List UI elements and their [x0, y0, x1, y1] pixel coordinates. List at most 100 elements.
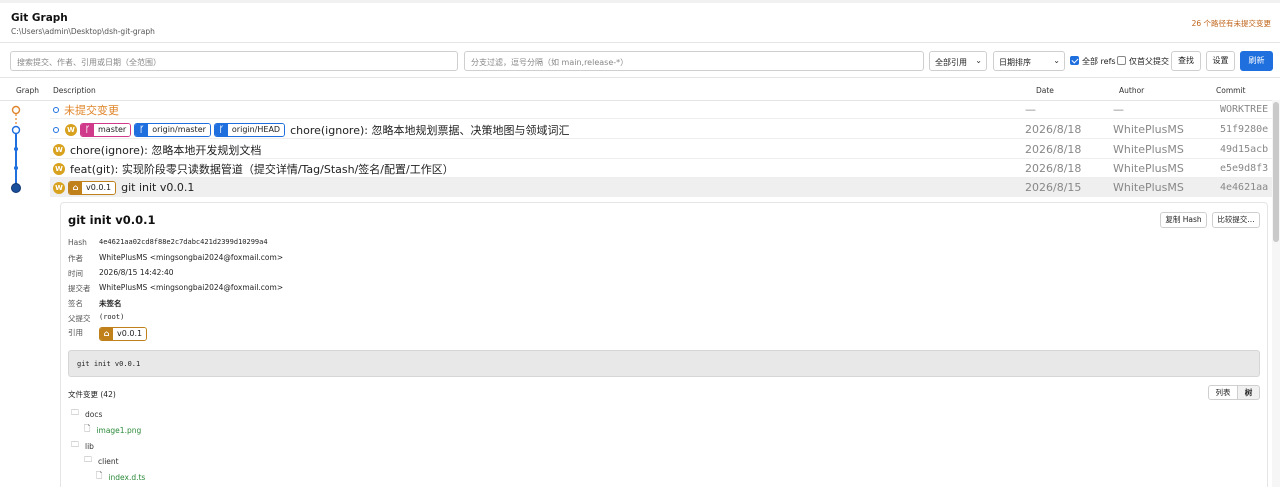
avatar: W — [65, 123, 77, 136]
commit-hash: 51f9280e — [1220, 124, 1269, 135]
head-dot-icon — [53, 126, 59, 133]
commit-date: 2026/8/15 — [1025, 181, 1082, 194]
commit-message: 未提交变更 — [64, 103, 119, 117]
commit-description: 未提交变更 — [50, 100, 119, 119]
view-list-button[interactable]: 列表 — [1208, 385, 1238, 400]
changed-files-title: 文件变更 (42) — [68, 390, 116, 399]
graph-node-worktree[interactable] — [11, 105, 21, 115]
field-value-time: 2026/8/15 14:42:40 — [99, 268, 174, 277]
scrollbar-thumb[interactable] — [1273, 102, 1279, 242]
column-author: Author — [1119, 86, 1145, 95]
ref-badge-remote-branch[interactable]: ᚴ origin/master — [134, 122, 211, 137]
tree-item-label: docs — [85, 409, 103, 419]
commit-author: — — [1113, 103, 1124, 116]
graph-node[interactable] — [14, 147, 18, 151]
ref-label: v0.0.1 — [82, 181, 116, 194]
compare-commit-button[interactable]: 比较提交... — [1212, 212, 1260, 228]
commit-row[interactable]: W chore(ignore): 忽略本地开发规划文档 2026/8/18 Wh… — [50, 140, 1272, 159]
field-value-author: WhitePlusMS <mingsongbai2024@foxmail.com… — [99, 253, 284, 262]
avatar: W — [53, 181, 65, 194]
tree-item-label: client — [98, 456, 119, 466]
commit-row[interactable]: W ᚴ master ᚴ origin/master ᚴ origin/HEAD… — [50, 120, 1272, 139]
commit-message: chore(ignore): 忽略本地规划票据、决策地图与领域词汇 — [290, 123, 570, 137]
ref-label: v0.0.1 — [113, 327, 147, 340]
settings-button[interactable]: 设置 — [1206, 51, 1235, 71]
refs-select-value: 全部引用 — [935, 58, 967, 67]
field-key-committer: 提交者 — [68, 284, 91, 293]
tree-file[interactable]: 🗋 image1.png — [84, 423, 141, 437]
ref-badge-tag[interactable]: ⌂ v0.0.1 — [99, 326, 148, 341]
field-value-parent: (root) — [99, 313, 125, 321]
column-headers: Graph Description Date Author Commit — [0, 79, 1280, 101]
ref-label: origin/HEAD — [227, 123, 285, 136]
field-value-committer: WhitePlusMS <mingsongbai2024@foxmail.com… — [99, 283, 284, 292]
graph-node[interactable] — [14, 166, 18, 170]
tree-file[interactable]: 🗋 index.d.ts — [96, 470, 145, 484]
graph-node-head[interactable] — [11, 125, 21, 135]
commit-row-worktree[interactable]: 未提交变更 — — WORKTREE — [50, 100, 1272, 119]
pending-changes-notice[interactable]: 26 个路径有未提交变更 — [1192, 18, 1271, 29]
tag-icon: ⌂ — [100, 327, 113, 340]
tag-icon: ⌂ — [69, 181, 82, 194]
tree-folder-lib[interactable]: 🗀 lib — [71, 439, 94, 453]
all-refs-label: 全部 refs — [1082, 57, 1116, 66]
search-input[interactable]: 搜索提交、作者、引用或日期（全范围） — [10, 51, 458, 71]
toolbar: 搜索提交、作者、引用或日期（全范围） 分支过滤，逗号分隔（如 main,rele… — [0, 44, 1280, 78]
ref-label: origin/master — [148, 123, 210, 136]
field-key-signature: 签名 — [68, 299, 83, 308]
tree-item-label: index.d.ts — [108, 472, 146, 482]
commit-hash: 49d15acb — [1220, 144, 1269, 155]
commit-message: feat(git): 实现阶段零只读数据管道（提交详情/Tag/Stash/签名… — [70, 162, 454, 176]
graph-node-selected[interactable] — [11, 183, 21, 193]
ref-badge-tag[interactable]: ⌂ v0.0.1 — [68, 180, 117, 195]
first-parent-checkbox[interactable] — [1117, 56, 1126, 65]
field-value-signature: 未签名 — [99, 299, 122, 308]
commit-row[interactable]: W feat(git): 实现阶段零只读数据管道（提交详情/Tag/Stash/… — [50, 159, 1272, 178]
avatar: W — [53, 162, 65, 175]
copy-hash-button[interactable]: 复制 Hash — [1160, 212, 1207, 228]
commit-author: WhitePlusMS — [1113, 162, 1184, 175]
commit-date: 2026/8/18 — [1025, 123, 1082, 136]
sort-select-value: 日期排序 — [999, 58, 1031, 67]
commit-row-selected[interactable]: W ⌂ v0.0.1 git init v0.0.1 2026/8/15 Whi… — [50, 178, 1272, 197]
chevron-down-icon: ⌄ — [975, 56, 982, 65]
ref-label: master — [94, 123, 131, 136]
tree-item-label: image1.png — [96, 425, 142, 435]
commit-description: W ⌂ v0.0.1 git init v0.0.1 — [50, 178, 194, 197]
branch-icon: ᚴ — [135, 123, 149, 136]
field-key-hash: Hash — [68, 238, 87, 247]
commit-message-box: git init v0.0.1 — [68, 350, 1260, 377]
tree-folder-client[interactable]: 🗀 client — [84, 454, 119, 468]
refs-select[interactable]: 全部引用 ⌄ — [929, 51, 987, 71]
branch-filter-input[interactable]: 分支过滤，逗号分隔（如 main,release-*） — [464, 51, 924, 71]
ref-badge-remote-branch[interactable]: ᚴ origin/HEAD — [213, 122, 286, 137]
commit-hash: 4e4621aa — [1220, 182, 1269, 193]
sort-select[interactable]: 日期排序 ⌄ — [993, 51, 1065, 71]
commit-author: WhitePlusMS — [1113, 123, 1184, 136]
column-graph: Graph — [16, 86, 40, 95]
commit-full-message: git init v0.0.1 — [77, 360, 141, 368]
commit-hash: e5e9d8f3 — [1220, 163, 1269, 174]
avatar: W — [53, 143, 65, 156]
column-commit: Commit — [1216, 86, 1246, 95]
commit-date: 2026/8/18 — [1025, 162, 1082, 175]
all-refs-checkbox[interactable] — [1070, 56, 1079, 65]
folder-icon: 🗀 — [71, 408, 79, 417]
field-value-hash[interactable]: 4e4621aa02cd8f88e2c7dabc421d2399d10299a4 — [99, 238, 268, 246]
view-tree-button[interactable]: 树 — [1237, 385, 1260, 400]
field-key-parent: 父提交 — [68, 314, 91, 323]
tree-folder-docs[interactable]: 🗀 docs — [71, 407, 102, 421]
commit-author: WhitePlusMS — [1113, 143, 1184, 156]
app-header: Git Graph C:\Users\admin\Desktop\dsh-git… — [0, 3, 1280, 43]
ref-badge-local-branch[interactable]: ᚴ master — [80, 122, 132, 137]
commit-graph — [11, 105, 21, 193]
file-icon: 🗋 — [96, 471, 103, 480]
commit-description: W ᚴ master ᚴ origin/master ᚴ origin/HEAD… — [50, 120, 569, 139]
column-date: Date — [1036, 86, 1054, 95]
repo-path: C:\Users\admin\Desktop\dsh-git-graph — [11, 27, 155, 36]
commit-date: — — [1025, 103, 1036, 116]
refresh-button[interactable]: 刷新 — [1240, 51, 1273, 71]
commit-message: git init v0.0.1 — [121, 181, 195, 194]
find-button[interactable]: 查找 — [1171, 51, 1201, 71]
commit-detail-panel: git init v0.0.1 复制 Hash 比较提交... Hash 4e4… — [60, 202, 1268, 487]
